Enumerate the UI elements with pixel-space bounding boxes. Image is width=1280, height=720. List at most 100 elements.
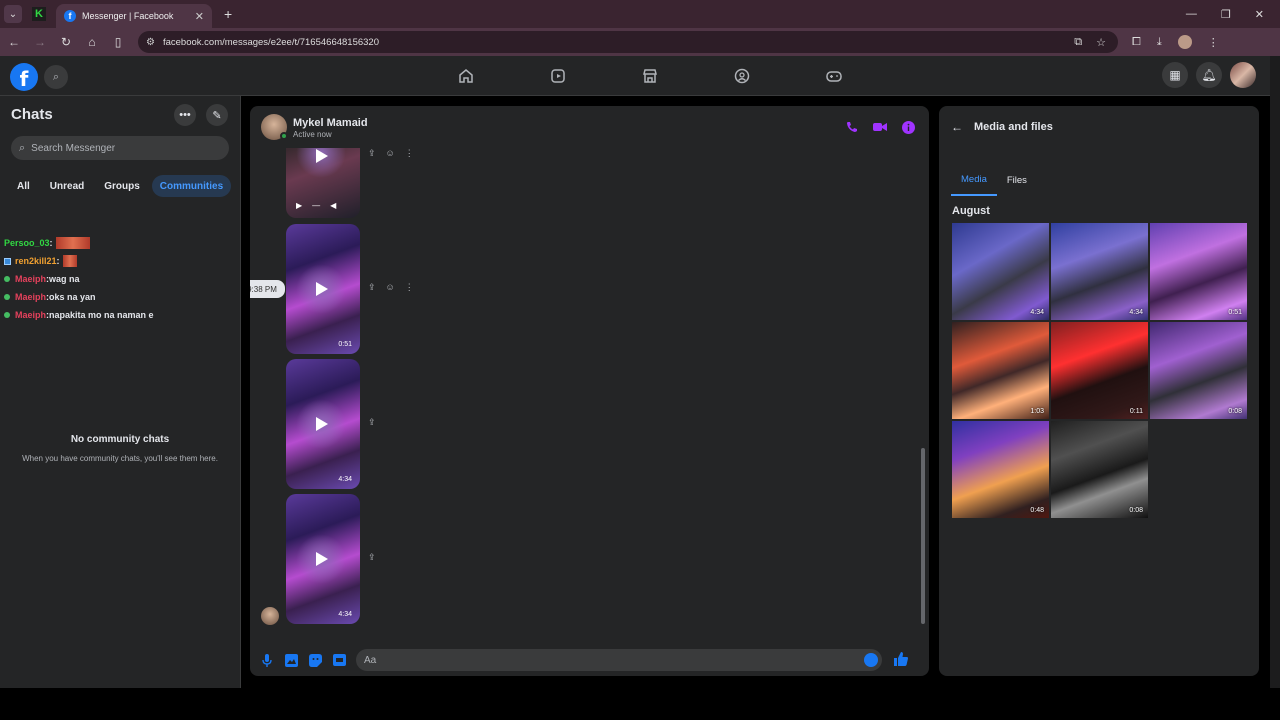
back-arrow-icon[interactable]: ← xyxy=(951,120,963,134)
emoji-icon[interactable] xyxy=(864,653,878,667)
scrollbar-thumb[interactable] xyxy=(921,448,925,624)
close-window-icon[interactable]: ✕ xyxy=(1255,8,1264,21)
filter-groups[interactable]: Groups xyxy=(96,175,148,197)
filter-unread[interactable]: Unread xyxy=(42,175,92,197)
install-app-icon[interactable]: ⧉ xyxy=(1074,36,1082,49)
page-scrollbar[interactable] xyxy=(1270,56,1280,688)
browser-tab-k[interactable]: K xyxy=(28,3,50,25)
media-thumbnail[interactable]: 1:03 xyxy=(952,322,1049,419)
gaming-icon[interactable] xyxy=(788,56,880,96)
close-tab-icon[interactable]: ✕ xyxy=(195,10,204,23)
log-row: Maeiph : oks na yan xyxy=(4,288,234,306)
video-call-icon[interactable] xyxy=(873,120,887,134)
image-attach-icon[interactable] xyxy=(284,653,298,667)
share-icon[interactable]: ⇪ xyxy=(368,282,376,293)
log-username: Persoo_03 xyxy=(4,238,50,248)
browser-profile-avatar[interactable] xyxy=(1177,35,1192,49)
media-thumbnail[interactable]: 0:08 xyxy=(1150,322,1247,419)
like-thumb-icon[interactable] xyxy=(894,651,908,669)
tab-search-button[interactable]: ⌄ xyxy=(4,5,22,23)
video-message[interactable]: 0:51 xyxy=(286,224,360,354)
browser-menu-icon[interactable]: ⋮ xyxy=(1208,36,1219,49)
progress-bar[interactable]: — xyxy=(312,201,320,210)
restore-icon[interactable]: ❐ xyxy=(1221,8,1231,21)
video-controls[interactable]: ▶ — ◀ xyxy=(296,201,336,210)
message-scrollbar[interactable] xyxy=(921,148,925,628)
mute-icon[interactable]: ◀ xyxy=(330,201,336,210)
bell-icon[interactable]: 🔔︎ xyxy=(1196,62,1222,88)
react-icon[interactable]: ☺ xyxy=(386,282,395,293)
sticker-icon[interactable] xyxy=(308,653,322,667)
microphone-icon[interactable] xyxy=(260,653,274,667)
apps-grid-icon[interactable]: ▦ xyxy=(1162,62,1188,88)
seen-avatar xyxy=(261,607,279,625)
log-username: Maeiph xyxy=(15,292,47,302)
media-thumbnail[interactable]: 4:34 xyxy=(952,223,1049,320)
minimize-icon[interactable]: — xyxy=(1186,8,1197,21)
video-message[interactable]: ▶ — ◀ xyxy=(286,148,360,218)
share-icon[interactable]: ⇪ xyxy=(368,552,376,563)
reload-icon[interactable]: ↻ xyxy=(54,35,78,49)
conversation-info-icon[interactable] xyxy=(901,120,915,134)
sidebar-title: Chats xyxy=(11,106,53,123)
share-icon[interactable]: ⇪ xyxy=(368,148,376,159)
extensions-icon[interactable]: ⧠ xyxy=(1132,36,1141,49)
more-options-icon[interactable]: ••• xyxy=(174,104,196,126)
groups-icon[interactable] xyxy=(696,56,788,96)
play-icon[interactable] xyxy=(316,417,328,431)
new-tab-button[interactable]: + xyxy=(224,6,232,22)
react-icon[interactable]: ☺ xyxy=(386,148,395,159)
media-thumbnail[interactable]: 0:11 xyxy=(1051,322,1148,419)
sticker-image xyxy=(62,255,77,267)
profile-avatar[interactable] xyxy=(1230,62,1256,88)
play-icon[interactable] xyxy=(316,552,328,566)
site-info-icon[interactable]: ⚙ xyxy=(146,37,155,48)
tab-files[interactable]: Files xyxy=(997,164,1037,196)
forward-icon[interactable]: → xyxy=(28,35,52,49)
play-icon[interactable] xyxy=(316,282,328,296)
sticker-image xyxy=(55,237,90,249)
video-duration: 4:34 xyxy=(338,476,352,483)
video-duration: 0:51 xyxy=(338,341,352,348)
media-thumbnail[interactable]: 4:34 xyxy=(1051,223,1148,320)
voice-call-icon[interactable] xyxy=(845,120,859,134)
facebook-search-icon[interactable]: ⌕ xyxy=(44,65,68,89)
media-duration: 0:08 xyxy=(1228,408,1242,415)
browser-tab-strip: ⌄ K f Messenger | Facebook ✕ + — ❐ ✕ xyxy=(0,0,1280,28)
marketplace-icon[interactable] xyxy=(604,56,696,96)
filter-all[interactable]: All xyxy=(9,175,38,197)
bookmark-star-icon[interactable]: ☆ xyxy=(1096,36,1106,49)
more-message-icon[interactable]: ⋮ xyxy=(405,282,414,293)
browser-tab-messenger[interactable]: f Messenger | Facebook ✕ xyxy=(56,4,212,28)
media-duration: 0:48 xyxy=(1030,507,1044,514)
media-thumbnail[interactable]: 0:48 xyxy=(952,421,1049,518)
facebook-logo[interactable]: f xyxy=(10,63,38,91)
tab-media[interactable]: Media xyxy=(951,164,997,196)
video-message[interactable]: 4:34 xyxy=(286,494,360,624)
video-icon[interactable] xyxy=(512,56,604,96)
address-bar[interactable]: ⚙ facebook.com/messages/e2ee/t/716546648… xyxy=(138,31,1118,53)
share-icon[interactable]: ⇪ xyxy=(368,417,376,428)
search-messenger-input[interactable]: ⌕ Search Messenger xyxy=(11,136,229,160)
contact-name[interactable]: Mykel Mamaid xyxy=(293,117,368,129)
download-icon[interactable]: ⤓ xyxy=(1157,36,1162,49)
message-input[interactable]: Aa xyxy=(356,649,882,671)
home-icon[interactable] xyxy=(420,56,512,96)
timestamp-tooltip: 9:38 PM xyxy=(250,280,285,298)
play-icon[interactable] xyxy=(316,149,328,163)
video-message[interactable]: 4:34 xyxy=(286,359,360,489)
more-message-icon[interactable]: ⋮ xyxy=(405,148,414,159)
media-thumbnail[interactable]: 0:08 xyxy=(1051,421,1148,518)
chat-filters: All Unread Groups Communities xyxy=(9,175,232,197)
message-list[interactable]: ▶ — ◀ ⇪ ☺ ⋮ 0:51 9:38 PM ⇪ ☺ ⋮ 4:34 ⇪ 4:… xyxy=(250,148,922,632)
back-icon[interactable]: ← xyxy=(2,35,26,49)
online-indicator xyxy=(280,132,288,140)
gif-icon[interactable] xyxy=(332,653,346,667)
filter-communities[interactable]: Communities xyxy=(151,175,232,197)
new-message-icon[interactable]: ✎ xyxy=(206,104,228,126)
media-thumbnail[interactable]: 0:51 xyxy=(1150,223,1247,320)
home-browser-icon[interactable]: ⌂ xyxy=(80,35,104,49)
split-view-icon[interactable]: ▯ xyxy=(106,35,130,49)
contact-status: Active now xyxy=(293,130,332,139)
play-small-icon[interactable]: ▶ xyxy=(296,201,302,210)
